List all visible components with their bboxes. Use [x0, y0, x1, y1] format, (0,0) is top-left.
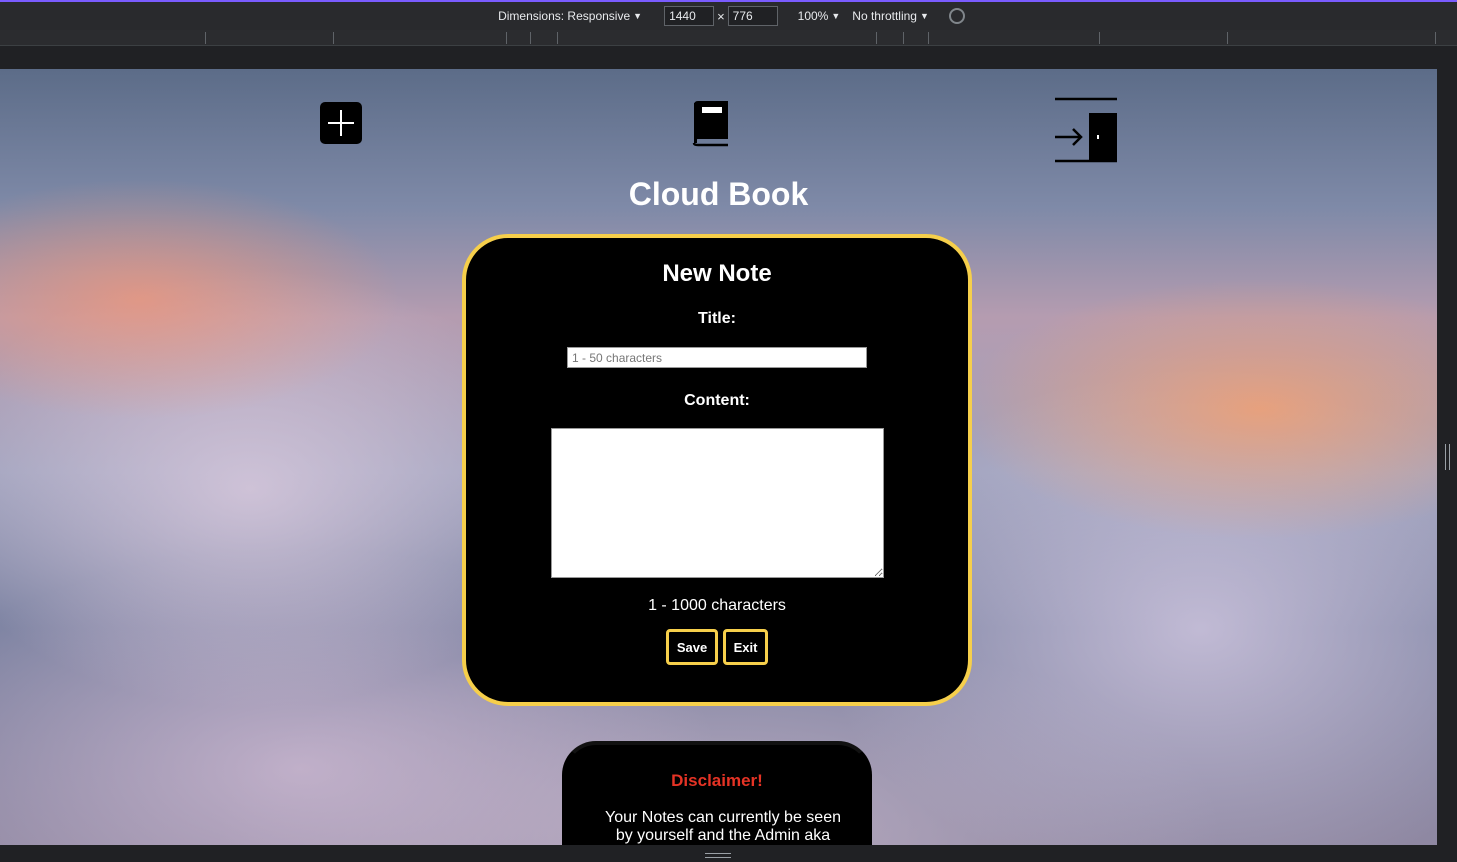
grip-icon: [1445, 444, 1450, 470]
ruler-tick: [1227, 32, 1228, 44]
content-textarea[interactable]: [551, 428, 884, 578]
grip-icon: [705, 853, 731, 858]
devtools-device-toolbar: Dimensions: Responsive ▼ × 100% ▼ No thr…: [0, 0, 1457, 30]
width-input[interactable]: [664, 6, 715, 26]
chevron-down-icon: ▼: [919, 11, 929, 21]
disclaimer-card: Disclaimer! Your Notes can currently be …: [562, 741, 872, 845]
viewport-resize-handle-right[interactable]: [1437, 69, 1457, 845]
throttling-dropdown[interactable]: No throttling ▼: [852, 9, 929, 23]
times-symbol: ×: [717, 8, 725, 24]
ruler-tick: [333, 32, 334, 44]
dimensions-label: Dimensions: Responsive: [498, 9, 631, 23]
ruler-tick: [506, 32, 507, 44]
ruler-tick: [1099, 32, 1100, 44]
exit-button[interactable]: Exit: [723, 629, 768, 665]
new-note-card: New Note Title: Content: 1 - 1000 charac…: [462, 234, 972, 706]
logout-door-icon[interactable]: [1053, 97, 1119, 163]
ruler-tick: [903, 32, 904, 44]
rotate-icon[interactable]: [948, 8, 965, 24]
chevron-down-icon: ▼: [831, 11, 841, 21]
ruler-tick: [928, 32, 929, 44]
devtools-gutter: [0, 46, 1457, 69]
dimensions-dropdown[interactable]: Dimensions: Responsive ▼: [498, 9, 642, 23]
zoom-label: 100%: [797, 9, 829, 23]
content-char-hint: 1 - 1000 characters: [648, 597, 786, 614]
content-label: Content:: [684, 392, 750, 409]
ruler-tick: [1435, 32, 1436, 44]
ruler-tick: [876, 32, 877, 44]
title-label: Title:: [698, 310, 736, 327]
disclaimer-text: Your Notes can currently be seen by your…: [605, 809, 841, 844]
disclaimer-panel: Disclaimer! Your Notes can currently be …: [570, 749, 864, 845]
save-button[interactable]: Save: [666, 629, 718, 665]
plus-icon[interactable]: [320, 102, 362, 144]
disclaimer-title: Disclaimer!: [671, 771, 763, 790]
height-input[interactable]: [727, 6, 778, 26]
ruler-tick: [530, 32, 531, 44]
page-viewport: Cloud Book New Note Title: Content: 1 - …: [0, 69, 1437, 845]
throttling-label: No throttling: [852, 9, 917, 23]
book-icon[interactable]: [690, 99, 730, 147]
title-input[interactable]: [567, 347, 867, 368]
ruler-tick: [205, 32, 206, 44]
note-form-heading: New Note: [662, 260, 772, 287]
ruler-tick: [557, 32, 558, 44]
app-title: Cloud Book: [628, 176, 809, 212]
zoom-dropdown[interactable]: 100% ▼: [798, 9, 841, 23]
chevron-down-icon: ▼: [633, 11, 643, 21]
media-query-ruler[interactable]: [0, 30, 1457, 46]
viewport-resize-handle-bottom[interactable]: [0, 845, 1457, 862]
